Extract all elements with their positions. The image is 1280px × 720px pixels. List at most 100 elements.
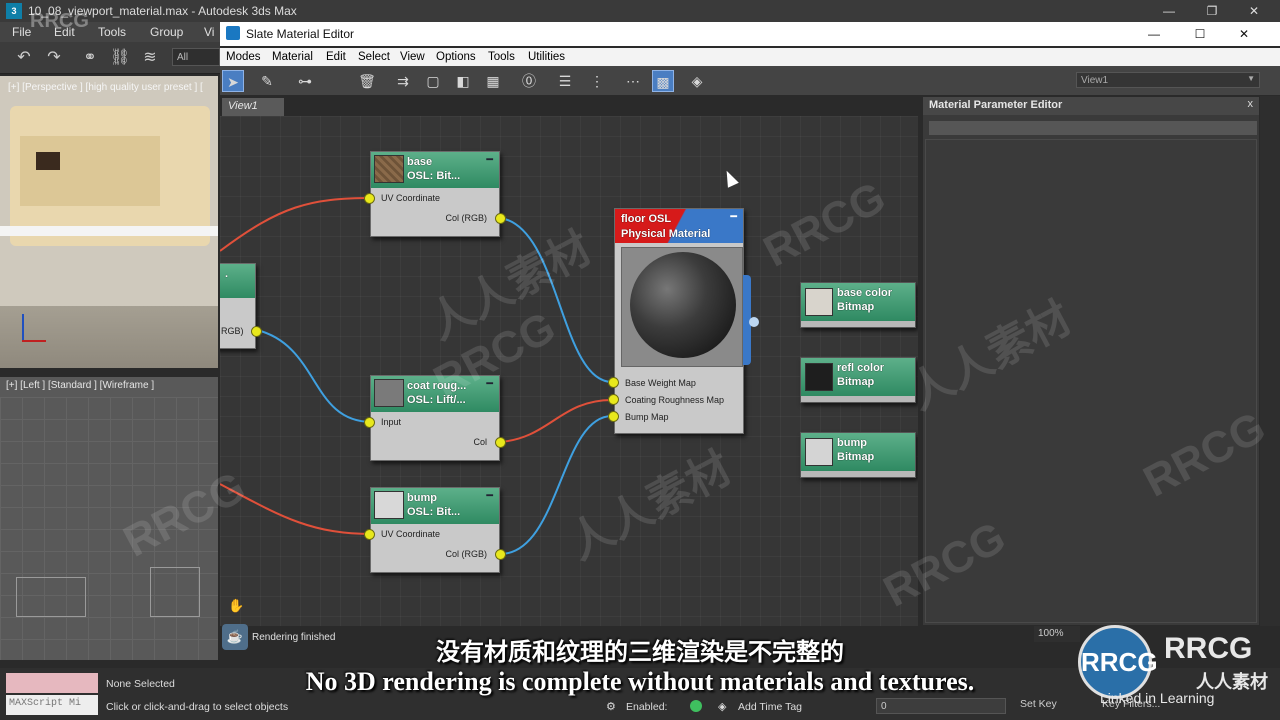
node-type: Bitmap xyxy=(837,451,875,463)
bind-spacewarp-icon[interactable]: ≋ xyxy=(140,48,160,68)
input-socket[interactable] xyxy=(608,377,619,388)
slot-label: Input xyxy=(381,417,402,427)
node-coat-roughness[interactable]: coat roug... OSL: Lift/... ━ Input Col xyxy=(364,375,506,461)
hide-icon[interactable]: ▢ xyxy=(422,70,444,92)
move-children-icon[interactable]: ⇉ xyxy=(392,70,414,92)
show-map-icon[interactable]: ▦ xyxy=(482,70,504,92)
close-button[interactable]: ✕ xyxy=(1240,2,1268,20)
input-socket[interactable] xyxy=(608,394,619,405)
node-name: bump xyxy=(837,437,867,449)
undo-icon[interactable]: ↶ xyxy=(14,48,34,68)
material-node-header: floor OSL Physical Material ━ xyxy=(615,209,743,243)
menu-file[interactable]: File xyxy=(12,25,31,39)
slate-close-button[interactable]: ✕ xyxy=(1230,25,1258,43)
frame-field[interactable]: 0 xyxy=(876,698,1006,714)
minimize-button[interactable]: — xyxy=(1155,2,1183,20)
selection-filter-dropdown[interactable]: All xyxy=(172,48,220,66)
snap-icon[interactable]: ⚙ xyxy=(606,700,616,713)
add-time-tag-button[interactable]: Add Time Tag xyxy=(738,701,802,713)
restore-button[interactable]: ❐ xyxy=(1198,2,1226,20)
enabled-toggle[interactable] xyxy=(690,700,702,712)
wireframe-chair xyxy=(150,567,200,617)
axis-z-icon xyxy=(22,314,24,342)
material-output-socket[interactable] xyxy=(749,317,759,327)
node-base[interactable]: base OSL: Bit... ━ UV Coordinate Col (RG… xyxy=(364,151,506,237)
menu-group[interactable]: Group xyxy=(150,25,183,39)
link-icon[interactable]: ⚭ xyxy=(80,48,100,68)
node-name: refl color xyxy=(837,362,885,374)
slate-menu-modes[interactable]: Modes xyxy=(226,51,261,63)
unlink-icon[interactable]: ⛓ xyxy=(110,48,130,68)
delete-icon[interactable]: 🗑 xyxy=(356,70,378,92)
perspective-viewport-label[interactable]: [+] [Perspective ] [high quality user pr… xyxy=(8,82,203,93)
input-socket[interactable] xyxy=(364,193,375,204)
slate-menu-options[interactable]: Options xyxy=(436,51,476,63)
node-bump[interactable]: bump OSL: Bit... ━ UV Coordinate Col (RG… xyxy=(364,487,506,573)
input-socket[interactable] xyxy=(364,529,375,540)
wire-blue xyxy=(499,217,613,383)
node-header: refl color Bitmap xyxy=(801,358,915,396)
collapse-icon[interactable]: ━ xyxy=(486,377,493,390)
menu-tools[interactable]: Tools xyxy=(98,25,126,39)
node-type: Bitmap xyxy=(837,376,875,388)
collapse-icon[interactable]: ━ xyxy=(730,210,737,223)
node-thumbnail xyxy=(805,363,833,391)
input-socket[interactable] xyxy=(608,411,619,422)
background-icon[interactable]: ▩ xyxy=(652,70,674,92)
subtitle-chinese: 没有材质和纹理的三维渲染是不完整的 xyxy=(436,638,844,666)
view-dropdown-value: View1 xyxy=(1081,75,1109,86)
slate-menu-view[interactable]: View xyxy=(400,51,425,63)
maxscript-mini-listener[interactable]: MAXScript Mi xyxy=(6,695,98,715)
menu-views[interactable]: Vi xyxy=(204,25,214,39)
slate-maximize-button[interactable]: ☐ xyxy=(1186,25,1214,43)
node-canvas[interactable]: . RGB) base OSL: Bit... ━ UV Coordinate … xyxy=(220,116,918,626)
layout-children-icon[interactable]: ⋮ xyxy=(586,70,608,92)
node-header: bump Bitmap xyxy=(801,433,915,471)
material-id-icon[interactable]: ⋯ xyxy=(622,70,644,92)
set-key-button[interactable]: Set Key xyxy=(1020,698,1057,710)
node-header: base color Bitmap xyxy=(801,283,915,321)
viewport-grid xyxy=(0,397,218,660)
slot-label: Bump Map xyxy=(625,412,669,422)
slate-menu-utilities[interactable]: Utilities xyxy=(528,51,565,63)
collapse-icon[interactable]: ━ xyxy=(486,153,493,166)
node-thumbnail xyxy=(374,379,404,407)
left-viewport[interactable]: [+] [Left ] [Standard ] [Wireframe ] xyxy=(0,377,218,660)
perspective-viewport[interactable]: [+] [Perspective ] [high quality user pr… xyxy=(0,76,218,368)
viewport-side-table xyxy=(36,152,60,170)
node-refl-color[interactable]: refl color Bitmap xyxy=(800,357,916,403)
select-icon[interactable]: ➤ xyxy=(222,70,244,92)
input-socket[interactable] xyxy=(364,417,375,428)
layout-icon[interactable]: ◧ xyxy=(452,70,474,92)
redo-icon[interactable]: ↷ xyxy=(44,48,64,68)
node-base-color[interactable]: base color Bitmap xyxy=(800,282,916,328)
collapse-icon[interactable]: ━ xyxy=(486,489,493,502)
slate-menu-material[interactable]: Material xyxy=(272,51,313,63)
slate-menu-tools[interactable]: Tools xyxy=(488,51,515,63)
assign-icon[interactable]: ⊶ xyxy=(294,70,316,92)
slate-minimize-button[interactable]: — xyxy=(1140,25,1168,43)
view-dropdown[interactable]: View1 ▼ xyxy=(1076,72,1260,88)
enabled-label: Enabled: xyxy=(626,701,668,713)
scrollbar[interactable] xyxy=(1260,96,1280,626)
slate-menu-edit[interactable]: Edit xyxy=(326,51,346,63)
output-socket[interactable] xyxy=(495,213,506,224)
options-icon[interactable]: ◈ xyxy=(686,70,708,92)
slot-label: Coating Roughness Map xyxy=(625,395,725,405)
layout-all-icon[interactable]: ☰ xyxy=(554,70,576,92)
left-viewport-label[interactable]: [+] [Left ] [Standard ] [Wireframe ] xyxy=(6,380,154,391)
slate-menu-select[interactable]: Select xyxy=(358,51,390,63)
param-editor-close-button[interactable]: x xyxy=(1248,98,1254,110)
eyedropper-icon[interactable]: ✎ xyxy=(256,70,278,92)
zero-icon[interactable]: ⓪ xyxy=(518,70,540,92)
node-physical-material[interactable]: floor OSL Physical Material ━ Base Weigh… xyxy=(608,208,759,434)
output-socket[interactable] xyxy=(495,437,506,448)
node-bump-bitmap[interactable]: bump Bitmap xyxy=(800,432,916,478)
partial-node[interactable]: . RGB) xyxy=(220,263,262,349)
tab-view1[interactable]: View1 xyxy=(222,98,284,116)
output-socket[interactable] xyxy=(251,326,262,337)
output-socket[interactable] xyxy=(495,549,506,560)
slate-title: Slate Material Editor xyxy=(246,27,355,41)
node-thumbnail xyxy=(374,155,404,183)
pan-hand-icon[interactable]: ✋ xyxy=(228,598,244,614)
